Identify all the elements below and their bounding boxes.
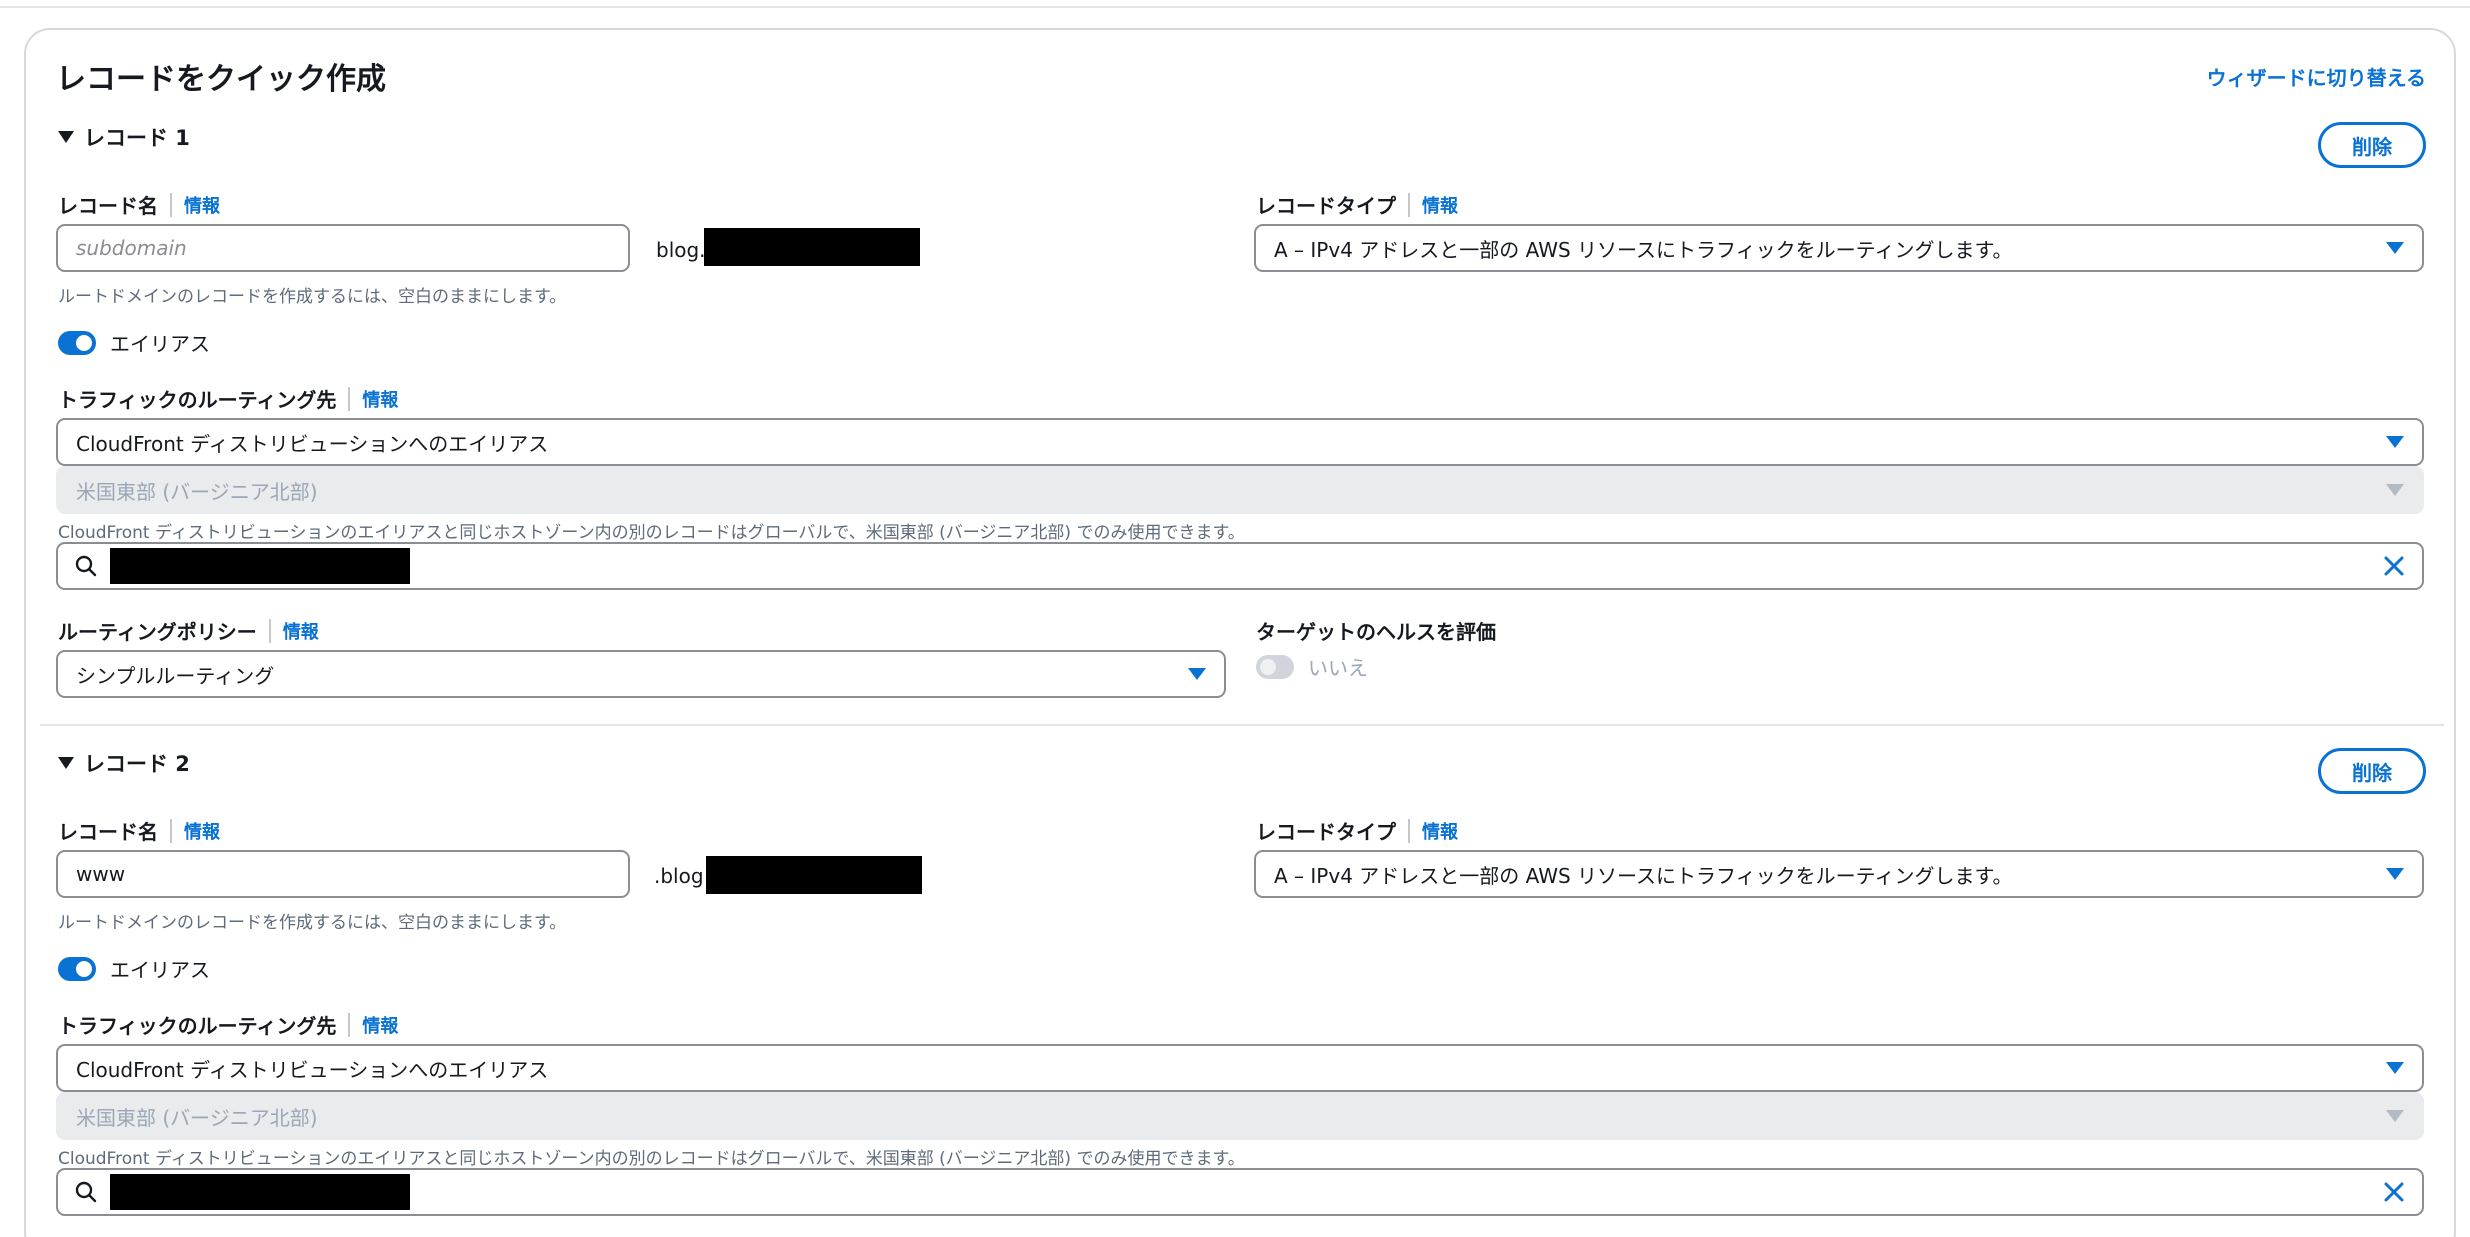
record-2-domain-suffix: .blog bbox=[654, 864, 704, 888]
record-2-type-label: レコードタイプ 情報 bbox=[1256, 816, 1458, 845]
caret-down-icon bbox=[2386, 1110, 2404, 1122]
alias-toggle[interactable] bbox=[58, 956, 96, 981]
record-1-alias-toggle-row[interactable]: エイリアス bbox=[58, 328, 210, 357]
alias-toggle[interactable] bbox=[58, 330, 96, 355]
record-2-endpoint-search[interactable] bbox=[56, 1168, 2424, 1216]
region-value: 米国東部 (バージニア北部) bbox=[76, 479, 318, 504]
info-link[interactable]: 情報 bbox=[184, 192, 220, 218]
record-1-route-label: トラフィックのルーティング先 情報 bbox=[58, 384, 398, 413]
record-2-region-hint: CloudFront ディストリビューションのエイリアスと同じホストゾーン内の別… bbox=[58, 1149, 1245, 1169]
redacted-domain bbox=[706, 856, 922, 894]
record-1-type-label: レコードタイプ 情報 bbox=[1256, 190, 1458, 219]
record-1-name-label: レコード名 情報 bbox=[58, 190, 220, 219]
health-value: いいえ bbox=[1308, 656, 1368, 680]
record-1-health-label: ターゲットのヘルスを評価 bbox=[1256, 620, 1496, 644]
info-link[interactable]: 情報 bbox=[362, 386, 398, 412]
record-2-name-hint: ルートドメインのレコードを作成するには、空白のままにします。 bbox=[58, 913, 567, 933]
record-2-route-select[interactable]: CloudFront ディストリビューションへのエイリアス bbox=[56, 1044, 2424, 1092]
record-divider bbox=[40, 724, 2444, 726]
search-icon bbox=[75, 555, 97, 577]
panel-title: レコードをクイック作成 bbox=[56, 62, 386, 97]
record-2-route-label: トラフィックのルーティング先 情報 bbox=[58, 1010, 398, 1039]
quick-create-panel: レコードをクイック作成 ウィザードに切り替える レコード 1 削除 レコード名 … bbox=[24, 28, 2456, 1237]
record-2-name-label: レコード名 情報 bbox=[58, 816, 220, 845]
redacted-endpoint bbox=[110, 548, 410, 584]
caret-down-icon bbox=[2386, 436, 2404, 448]
caret-down-icon bbox=[58, 757, 74, 769]
delete-record-1-button[interactable]: 削除 bbox=[2318, 122, 2426, 168]
info-link[interactable]: 情報 bbox=[184, 818, 220, 844]
redacted-endpoint bbox=[110, 1174, 410, 1210]
record-1-name-hint: ルートドメインのレコードを作成するには、空白のままにします。 bbox=[58, 287, 567, 307]
search-icon bbox=[75, 1181, 97, 1203]
record-1-endpoint-search[interactable] bbox=[56, 542, 2424, 590]
record-name-label-text: レコード名 bbox=[58, 194, 158, 218]
record-type-value: A – IPv4 アドレスと一部の AWS リソースにトラフィックをルーティング… bbox=[1274, 863, 2013, 888]
route-value: CloudFront ディストリビューションへのエイリアス bbox=[76, 1057, 549, 1082]
label-separator bbox=[268, 618, 271, 643]
health-toggle bbox=[1256, 654, 1294, 679]
label-separator bbox=[1408, 818, 1410, 843]
info-link[interactable]: 情報 bbox=[1422, 818, 1458, 844]
record-2-heading: レコード 2 bbox=[84, 752, 190, 776]
route-label-text: トラフィックのルーティング先 bbox=[58, 388, 337, 412]
caret-down-icon bbox=[2386, 1062, 2404, 1074]
label-separator bbox=[348, 1012, 351, 1037]
route-label-text: トラフィックのルーティング先 bbox=[58, 1014, 337, 1038]
record-1-route-select[interactable]: CloudFront ディストリビューションへのエイリアス bbox=[56, 418, 2424, 466]
caret-down-icon bbox=[58, 131, 74, 143]
record-2-type-select[interactable]: A – IPv4 アドレスと一部の AWS リソースにトラフィックをルーティング… bbox=[1254, 850, 2424, 898]
policy-label-text: ルーティングポリシー bbox=[58, 620, 257, 644]
top-divider bbox=[0, 0, 2470, 8]
label-separator bbox=[170, 192, 172, 217]
label-separator bbox=[1408, 192, 1410, 217]
record-1-name-input[interactable]: subdomain bbox=[56, 224, 630, 272]
record-1-policy-select[interactable]: シンプルルーティング bbox=[56, 650, 1226, 698]
alias-label: エイリアス bbox=[110, 332, 210, 356]
record-1-type-select[interactable]: A – IPv4 アドレスと一部の AWS リソースにトラフィックをルーティング… bbox=[1254, 224, 2424, 272]
record-1-region-hint: CloudFront ディストリビューションのエイリアスと同じホストゾーン内の別… bbox=[58, 523, 1245, 543]
record-2-name-input[interactable]: www bbox=[56, 850, 630, 898]
clear-icon[interactable] bbox=[2382, 1180, 2406, 1204]
caret-down-icon bbox=[2386, 242, 2404, 254]
record-2-region-select: 米国東部 (バージニア北部) bbox=[56, 1092, 2424, 1140]
record-type-value: A – IPv4 アドレスと一部の AWS リソースにトラフィックをルーティング… bbox=[1274, 237, 2013, 262]
label-separator bbox=[170, 818, 172, 843]
label-separator bbox=[348, 386, 351, 411]
caret-down-icon bbox=[2386, 484, 2404, 496]
redacted-domain bbox=[704, 228, 920, 266]
alias-label: エイリアス bbox=[110, 958, 210, 982]
switch-to-wizard-link[interactable]: ウィザードに切り替える bbox=[2207, 62, 2426, 91]
route-value: CloudFront ディストリビューションへのエイリアス bbox=[76, 431, 549, 456]
record-1-heading: レコード 1 bbox=[84, 126, 190, 150]
record-1-header[interactable]: レコード 1 bbox=[58, 122, 190, 152]
record-name-label-text: レコード名 bbox=[58, 820, 158, 844]
caret-down-icon bbox=[1188, 668, 1206, 680]
record-1-domain-suffix: blog. bbox=[656, 238, 706, 262]
caret-down-icon bbox=[2386, 868, 2404, 880]
info-link[interactable]: 情報 bbox=[1422, 192, 1458, 218]
record-2-alias-toggle-row[interactable]: エイリアス bbox=[58, 954, 210, 983]
record-1-health-toggle-row: いいえ bbox=[1256, 652, 1368, 681]
clear-icon[interactable] bbox=[2382, 554, 2406, 578]
record-type-label-text: レコードタイプ bbox=[1256, 194, 1396, 218]
record-1-policy-label: ルーティングポリシー 情報 bbox=[58, 616, 319, 645]
region-value: 米国東部 (バージニア北部) bbox=[76, 1105, 318, 1130]
policy-value: シンプルルーティング bbox=[76, 663, 275, 688]
record-1-region-select: 米国東部 (バージニア北部) bbox=[56, 466, 2424, 514]
record-type-label-text: レコードタイプ bbox=[1256, 820, 1396, 844]
record-2-header[interactable]: レコード 2 bbox=[58, 748, 190, 778]
info-link[interactable]: 情報 bbox=[283, 618, 319, 644]
delete-record-2-button[interactable]: 削除 bbox=[2318, 748, 2426, 794]
info-link[interactable]: 情報 bbox=[362, 1012, 398, 1038]
